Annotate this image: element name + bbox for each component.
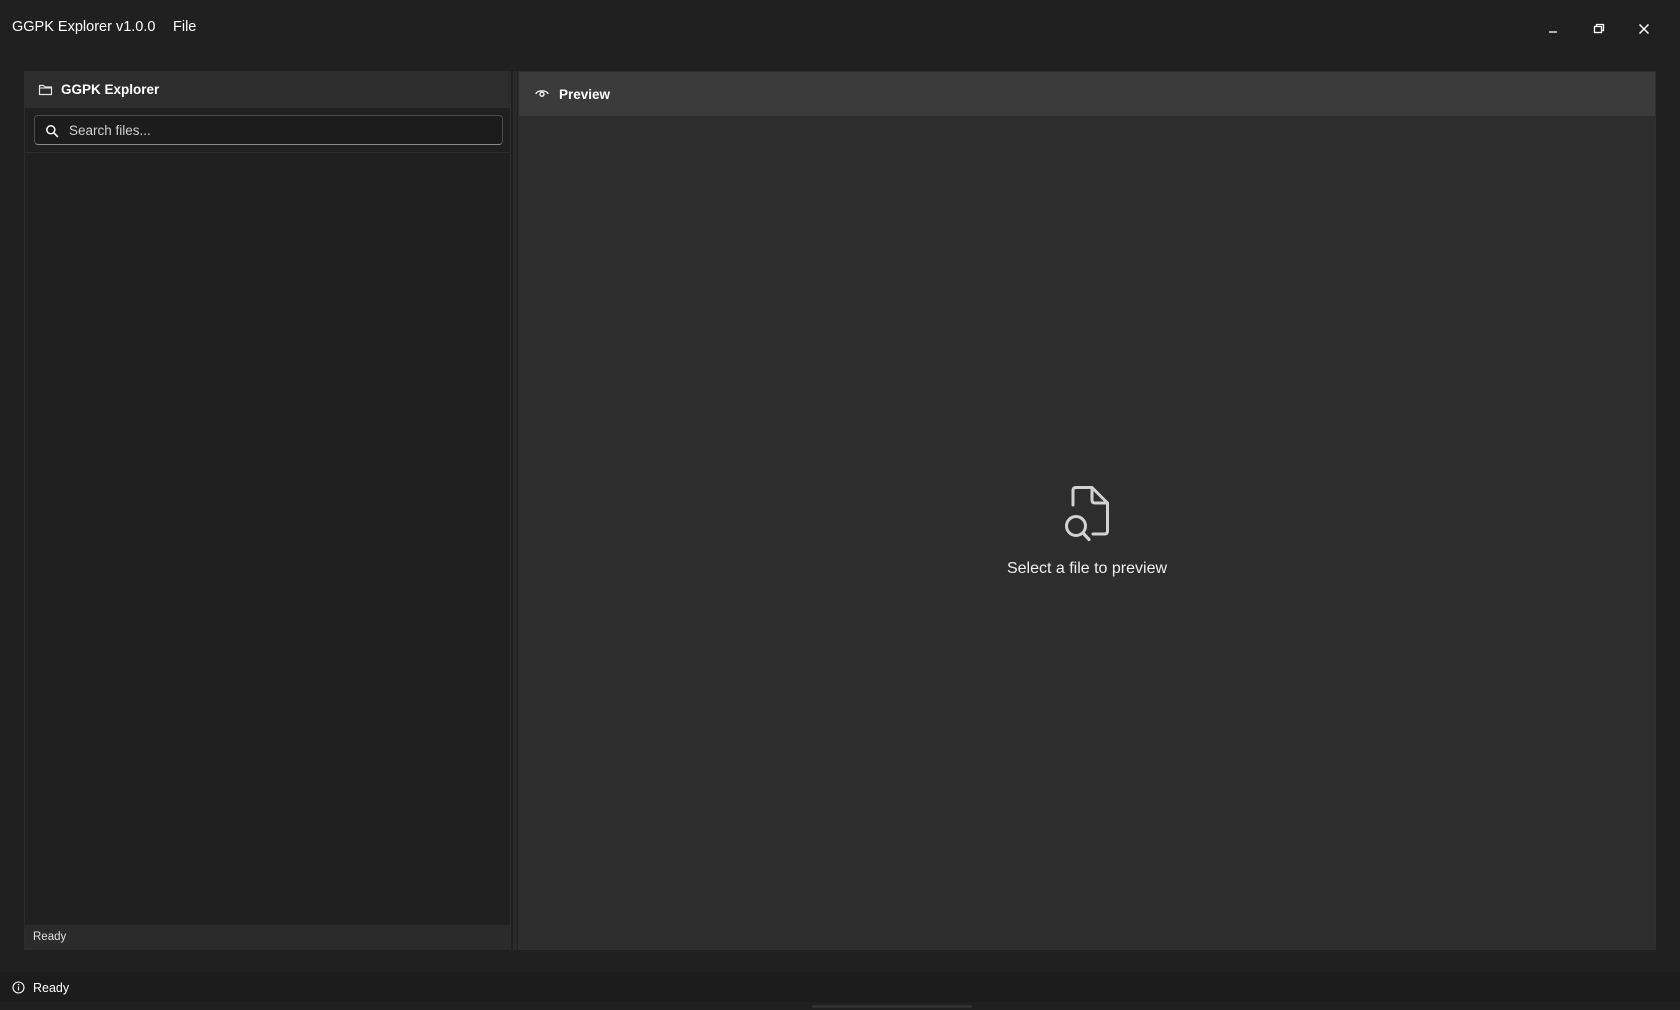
preview-empty-state: Select a file to preview <box>519 485 1655 578</box>
restore-button[interactable] <box>1579 14 1619 44</box>
search-input[interactable] <box>69 116 489 144</box>
status-bar: Ready <box>0 972 1680 1002</box>
explorer-panel: GGPK Explorer Ready <box>24 71 511 950</box>
title-bar[interactable]: GGPK Explorer v1.0.0 File <box>0 0 1680 56</box>
info-icon <box>12 981 25 994</box>
app-window: GGPK Explorer v1.0.0 File GGPK Explorer … <box>0 0 1680 1010</box>
file-tree[interactable] <box>25 153 510 925</box>
window-bottom-edge <box>0 1002 1680 1010</box>
preview-title: Preview <box>559 87 611 102</box>
file-search-icon <box>1065 486 1109 542</box>
search-icon <box>46 125 59 138</box>
search-box[interactable] <box>34 115 503 145</box>
resize-grip[interactable] <box>812 1005 972 1008</box>
explorer-header: GGPK Explorer <box>25 72 510 108</box>
preview-header: Preview <box>519 72 1655 116</box>
close-icon <box>1638 23 1650 35</box>
explorer-status-bar: Ready <box>25 925 510 949</box>
explorer-title: GGPK Explorer <box>61 82 160 97</box>
explorer-status-text: Ready <box>33 931 67 943</box>
folder-icon <box>38 84 53 96</box>
minimize-button[interactable] <box>1533 14 1573 44</box>
preview-panel: Preview Select a file to preview <box>518 71 1656 950</box>
panel-splitter[interactable] <box>513 71 517 950</box>
app-title: GGPK Explorer v1.0.0 <box>12 19 156 35</box>
minimize-icon <box>1549 31 1557 33</box>
eye-icon <box>535 90 549 97</box>
menu-file[interactable]: File <box>173 19 196 35</box>
close-button[interactable] <box>1624 14 1664 44</box>
preview-empty-message: Select a file to preview <box>1006 560 1168 577</box>
status-text: Ready <box>33 981 70 995</box>
restore-icon <box>1593 23 1605 34</box>
